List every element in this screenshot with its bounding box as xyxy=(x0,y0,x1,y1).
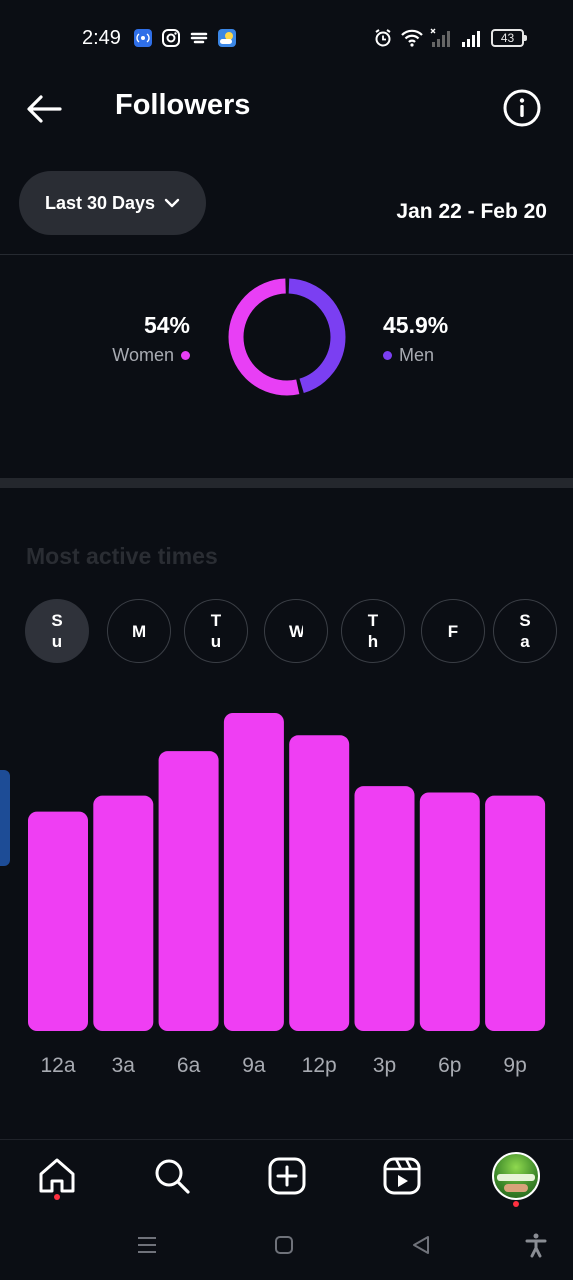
x-tick-label: 12p xyxy=(302,1054,337,1077)
women-percentage: 54% xyxy=(143,312,190,338)
men-percentage: 45.9% xyxy=(383,312,449,338)
day-label: M xyxy=(132,621,146,641)
bar-3a[interactable] xyxy=(93,795,154,1031)
bar-6p[interactable] xyxy=(419,792,480,1032)
notification-dot xyxy=(54,1194,60,1200)
status-bar: 2:49 43 xyxy=(0,0,573,78)
day-label: W xyxy=(289,621,303,642)
create-icon[interactable] xyxy=(265,1154,309,1198)
search-icon[interactable] xyxy=(150,1154,194,1198)
day-chip-sa[interactable]: Sa xyxy=(493,599,557,663)
avatar-image-detail xyxy=(504,1184,528,1192)
reels-icon[interactable] xyxy=(380,1154,424,1198)
day-chip-m[interactable]: M xyxy=(107,599,171,663)
day-chip-f[interactable]: F xyxy=(421,599,485,663)
home-square-icon[interactable] xyxy=(271,1232,297,1258)
bar-12p[interactable] xyxy=(289,735,350,1031)
day-label: Su xyxy=(51,611,63,651)
wifi-icon xyxy=(401,29,423,47)
gender-donut-chart xyxy=(228,278,346,396)
x-tick-label: 9a xyxy=(242,1054,266,1077)
women-dot xyxy=(181,351,190,360)
bar-6a[interactable] xyxy=(158,751,219,1031)
x-tick-label: 3a xyxy=(112,1054,136,1077)
date-range-dropdown[interactable]: Last 30 Days xyxy=(19,171,206,235)
day-chip-tu[interactable]: Tu xyxy=(184,599,248,663)
hotspot-icon xyxy=(134,29,152,47)
x-tick-label: 12a xyxy=(40,1054,75,1077)
bottom-nav xyxy=(0,1139,573,1219)
instagram-icon xyxy=(162,29,180,47)
notification-dot xyxy=(513,1201,519,1207)
x-tick-label: 6a xyxy=(177,1054,201,1077)
women-legend: Women xyxy=(112,345,190,366)
section-title: Most active times xyxy=(26,543,218,569)
weather-icon xyxy=(218,29,236,47)
accessibility-icon[interactable] xyxy=(523,1232,549,1258)
bar-12a[interactable] xyxy=(28,811,88,1031)
day-selector: Su M Tu W Th F Sa xyxy=(25,599,561,663)
men-legend: Men xyxy=(383,345,434,366)
info-icon[interactable] xyxy=(502,88,542,128)
chevron-down-icon xyxy=(164,198,180,208)
x-tick-label: 3p xyxy=(373,1054,396,1077)
day-chip-w[interactable]: W xyxy=(264,599,328,663)
day-label: Sa xyxy=(519,611,531,651)
bar-9p[interactable] xyxy=(485,795,546,1031)
bar-3p[interactable] xyxy=(354,786,415,1031)
divider xyxy=(0,254,573,255)
bar-9a[interactable] xyxy=(223,713,284,1031)
battery-indicator: 43 xyxy=(491,29,527,47)
day-chip-th[interactable]: Th xyxy=(341,599,405,663)
date-range-label: Last 30 Days xyxy=(45,192,156,213)
signal-icon xyxy=(430,28,450,47)
back-triangle-icon[interactable] xyxy=(408,1232,434,1258)
day-label: Tu xyxy=(210,611,222,651)
section-divider xyxy=(0,478,573,488)
men-label: Men xyxy=(399,345,435,365)
profile-avatar[interactable] xyxy=(492,1152,540,1200)
alarm-icon xyxy=(375,29,391,47)
system-navigation-bar xyxy=(0,1220,573,1280)
back-arrow-icon[interactable] xyxy=(24,88,66,130)
vpn-icon xyxy=(190,32,208,44)
home-icon[interactable] xyxy=(35,1154,79,1198)
active-times-bar-chart: 12a 3a 6a 9a 12p 3p 6p 9p xyxy=(28,713,546,1077)
signal-icon xyxy=(462,31,480,47)
avatar-image-detail xyxy=(497,1174,535,1181)
date-range-text: Jan 22 - Feb 20 xyxy=(396,200,547,223)
menu-icon[interactable] xyxy=(134,1232,160,1258)
page-title: Followers xyxy=(115,89,251,121)
men-dot xyxy=(383,351,392,360)
x-tick-label: 6p xyxy=(438,1054,461,1077)
x-tick-label: 9p xyxy=(503,1054,526,1077)
day-label: F xyxy=(447,621,459,641)
women-label: Women xyxy=(112,345,174,365)
day-chip-su[interactable]: Su xyxy=(25,599,89,663)
status-time: 2:49 xyxy=(82,27,121,49)
day-label: Th xyxy=(367,611,379,651)
